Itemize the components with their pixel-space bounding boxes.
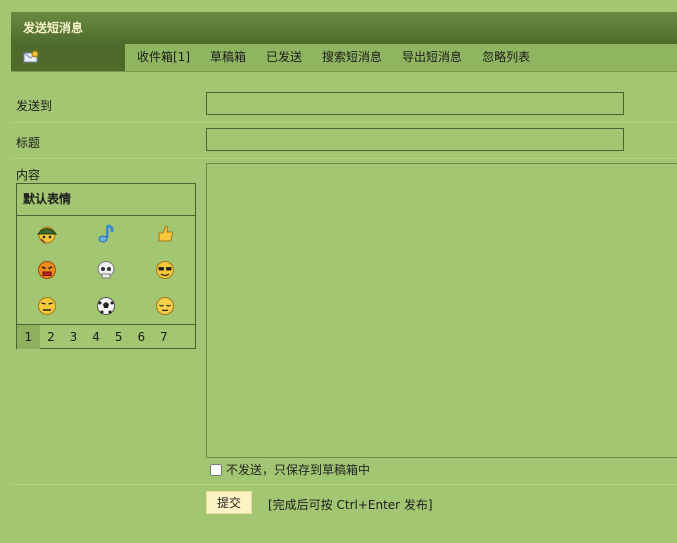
smiley-panel: 默认表情 1 2 3 4 5 6 7 — [16, 183, 196, 349]
smiley-page-1[interactable]: 1 — [17, 325, 40, 349]
nav-tabs: 收件箱[1] 草稿箱 已发送 搜索短消息 导出短消息 忽略列表 — [137, 44, 550, 71]
smiley-page-5[interactable]: 5 — [107, 325, 130, 349]
smiley-pagination: 1 2 3 4 5 6 7 — [17, 324, 195, 349]
soccer-ball-icon[interactable] — [76, 288, 135, 324]
nav-bar: 收件箱[1] 草稿箱 已发送 搜索短消息 导出短消息 忽略列表 — [11, 44, 677, 72]
mail-icon — [23, 50, 39, 67]
tab-drafts[interactable]: 草稿箱 — [210, 44, 246, 71]
window-title: 发送短消息 — [11, 12, 677, 44]
smiley-panel-title: 默认表情 — [17, 184, 195, 216]
row-divider — [11, 122, 677, 123]
thumbs-up-icon[interactable] — [136, 216, 195, 252]
save-draft-label: 不发送，只保存到草稿箱中 — [226, 463, 371, 477]
smiley-page-2[interactable]: 2 — [40, 325, 63, 349]
save-draft-checkbox[interactable] — [210, 463, 222, 476]
smiley-page-6[interactable]: 6 — [130, 325, 153, 349]
smiley-page-7[interactable]: 7 — [153, 325, 176, 349]
save-draft-option[interactable]: 不发送，只保存到草稿箱中 — [210, 461, 370, 478]
smiley-page-4[interactable]: 4 — [85, 325, 108, 349]
sleepy-smiley-icon[interactable] — [136, 288, 195, 324]
smiley-page-3[interactable]: 3 — [62, 325, 85, 349]
angry-smiley-icon[interactable] — [17, 252, 76, 288]
row-divider — [11, 158, 677, 159]
smiley-grid — [17, 216, 195, 324]
content-label: 内容 — [16, 168, 41, 182]
subject-label: 标题 — [16, 136, 41, 150]
submit-button[interactable]: 提交 — [206, 491, 252, 514]
tab-sent[interactable]: 已发送 — [266, 44, 302, 71]
army-helmet-smiley-icon[interactable] — [17, 216, 76, 252]
submit-hint: [完成后可按 Ctrl+Enter 发布] — [268, 498, 433, 512]
to-input[interactable] — [206, 92, 624, 115]
tab-search[interactable]: 搜索短消息 — [322, 44, 382, 71]
sunglasses-smiley-icon[interactable] — [136, 252, 195, 288]
nav-home-button[interactable] — [11, 44, 125, 71]
row-divider — [11, 484, 677, 485]
tab-inbox[interactable]: 收件箱[1] — [137, 44, 190, 71]
to-label: 发送到 — [16, 99, 53, 113]
subject-input[interactable] — [206, 128, 624, 151]
tab-export[interactable]: 导出短消息 — [402, 44, 462, 71]
content-textarea[interactable] — [206, 163, 677, 458]
tab-ignore-list[interactable]: 忽略列表 — [482, 44, 530, 71]
skull-icon[interactable] — [76, 252, 135, 288]
annoyed-smiley-icon[interactable] — [17, 288, 76, 324]
music-note-smiley-icon[interactable] — [76, 216, 135, 252]
